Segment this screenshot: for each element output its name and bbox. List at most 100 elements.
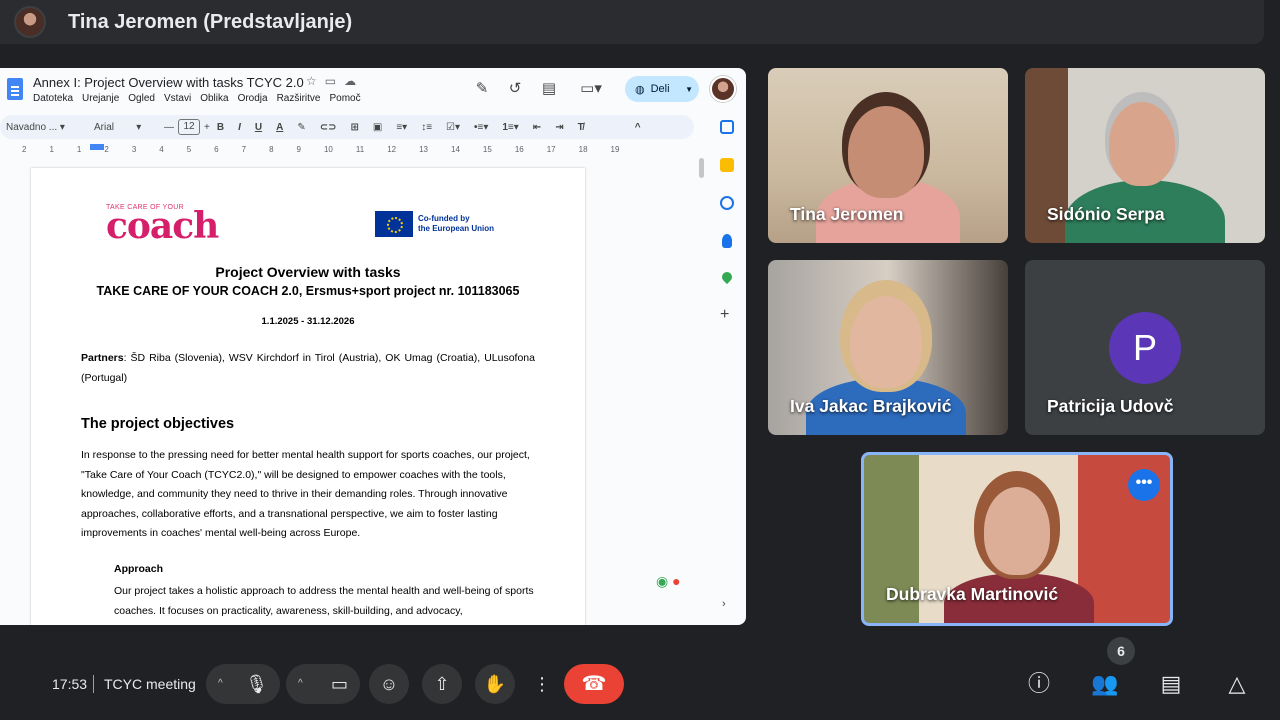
chevron-right-icon[interactable]: › — [722, 598, 726, 610]
info-icon[interactable]: ⓘ — [1019, 664, 1059, 704]
scrollbar[interactable] — [699, 158, 704, 178]
chevron-up-icon[interactable]: ^ — [298, 664, 303, 704]
meeting-name: TCYC meeting — [104, 676, 196, 692]
doc-title[interactable]: Annex I: Project Overview with tasks TCY… — [33, 75, 304, 90]
highlight-icon[interactable]: ✎ — [297, 122, 305, 133]
comments-icon[interactable]: ▤ — [537, 77, 561, 101]
cloud-saved-icon[interactable]: ☁ — [344, 74, 364, 88]
people-count-badge: 6 — [1107, 637, 1135, 665]
participant-tile[interactable]: Tina Jeromen — [768, 68, 1008, 243]
emoji-icon[interactable]: ☺ — [369, 664, 409, 704]
present-screen-icon[interactable]: ⇧ — [422, 664, 462, 704]
decrease-font-icon[interactable]: — — [164, 122, 174, 133]
underline-icon[interactable]: U — [255, 122, 262, 133]
keep-icon[interactable] — [720, 158, 734, 172]
doc-header: Annex I: Project Overview with tasks TCY… — [0, 68, 746, 112]
google-docs-icon[interactable] — [7, 78, 23, 100]
checklist-icon[interactable]: ☑▾ — [446, 122, 460, 133]
chat-icon[interactable]: ▤ — [1151, 664, 1191, 704]
maps-icon[interactable] — [719, 269, 735, 285]
increase-font-icon[interactable]: + — [204, 122, 210, 133]
add-addon-icon[interactable]: + — [720, 307, 734, 323]
participant-video — [984, 487, 1050, 575]
doc-partners: Partners: ŠD Riba (Slovenia), WSV Kirchd… — [81, 352, 535, 384]
avatar: P — [1109, 312, 1181, 384]
sticker-icon[interactable]: ● — [672, 573, 680, 589]
indent-marker[interactable] — [90, 144, 104, 150]
participant-video — [1109, 102, 1175, 186]
tcyc-logo: TAKE CARE OF YOUR coach — [106, 204, 219, 247]
line-spacing-icon[interactable]: ↕≡ — [421, 122, 432, 133]
menu-format[interactable]: Oblika — [200, 93, 228, 104]
camera-control: ^ ▭ — [286, 664, 360, 704]
eu-flag-icon — [375, 211, 413, 237]
clear-formatting-icon[interactable]: T̸ — [578, 122, 584, 133]
chevron-down-icon[interactable]: ▼ — [685, 85, 693, 94]
divider — [93, 675, 94, 693]
menu-help[interactable]: Pomoč — [329, 93, 360, 104]
meet-camera-icon[interactable]: ▭▾ — [574, 77, 608, 101]
side-panel-rail: + — [712, 118, 742, 418]
camera-icon[interactable]: ▭ — [331, 664, 348, 704]
ruler[interactable]: 2 1 1 2 3 4 5 6 7 8 9 10 11 12 13 14 15 16 17 18 19 — [0, 142, 700, 156]
share-button[interactable]: ◍ Deli ▼ — [625, 76, 699, 102]
menu-view[interactable]: Ogled — [128, 93, 155, 104]
participant-tile[interactable]: Sidónio Serpa — [1025, 68, 1265, 243]
participant-name: Sidónio Serpa — [1047, 204, 1165, 224]
numbered-list-icon[interactable]: 1≡▾ — [502, 122, 518, 133]
menu-tools[interactable]: Orodja — [238, 93, 268, 104]
shared-screen-document: Annex I: Project Overview with tasks TCY… — [0, 68, 746, 625]
calendar-icon[interactable] — [720, 120, 734, 134]
end-call-icon[interactable]: ☎ — [564, 664, 624, 704]
increase-indent-icon[interactable]: ⇥ — [555, 122, 563, 133]
self-view-tile[interactable]: ••• Dubravka Martinović — [861, 452, 1173, 626]
paragraph-style-select[interactable]: Navadno ... ▾ — [6, 122, 80, 133]
format-toolbar: Navadno ... ▾ Arial ▾ — 12 + B I U A ✎ ⊂… — [0, 115, 694, 139]
decrease-indent-icon[interactable]: ⇤ — [533, 122, 541, 133]
presenter-avatar — [14, 6, 46, 38]
account-avatar[interactable] — [710, 76, 736, 102]
objectives-heading: The project objectives — [81, 416, 235, 432]
meeting-controls-bar: 17:53 TCYC meeting ^ 🎙 ^ ▭ ☺ ⇧ ✋ ⋮ ☎ ⓘ 👥… — [0, 650, 1280, 720]
tasks-icon[interactable] — [720, 196, 734, 210]
history-icon[interactable]: ↺ — [503, 77, 527, 101]
presenter-bar: Tina Jeromen (Predstavljanje) — [0, 0, 1264, 44]
participant-video — [850, 296, 922, 388]
move-folder-icon[interactable]: ▭ — [325, 74, 344, 88]
chevron-up-icon[interactable]: ^ — [635, 122, 641, 133]
more-vert-icon[interactable]: ⋮ — [528, 664, 556, 704]
participant-tile[interactable]: Iva Jakac Brajković — [768, 260, 1008, 435]
text-color-icon[interactable]: A — [276, 122, 283, 133]
doc-page[interactable]: TAKE CARE OF YOUR coach Co-funded by the … — [31, 168, 585, 625]
share-label: Deli — [650, 83, 670, 95]
objectives-paragraph: In response to the pressing need for bet… — [81, 449, 530, 539]
meeting-time: 17:53 — [52, 676, 88, 692]
bold-icon[interactable]: B — [217, 122, 224, 133]
font-select[interactable]: Arial ▾ — [94, 122, 164, 133]
people-icon[interactable]: 👥 — [1085, 664, 1125, 704]
insert-image-icon[interactable]: ▣ — [373, 122, 382, 133]
gemini-icon[interactable]: ✎ — [470, 77, 494, 101]
font-size-input[interactable]: 12 — [178, 119, 200, 135]
italic-icon[interactable]: I — [238, 122, 241, 133]
approach-paragraph: Our project takes a holistic approach to… — [114, 585, 534, 617]
menu-insert[interactable]: Vstavi — [164, 93, 191, 104]
explore-icons: ◉ ● — [656, 573, 681, 590]
microphone-icon[interactable]: 🎙 — [245, 664, 268, 704]
participant-name: Dubravka Martinović — [886, 584, 1059, 604]
chevron-up-icon[interactable]: ^ — [218, 664, 223, 704]
star-icon[interactable]: ☆ — [306, 74, 325, 88]
menu-extensions[interactable]: Razširitve — [277, 93, 321, 104]
add-comment-icon[interactable]: ⊞ — [350, 122, 358, 133]
activities-icon[interactable]: △ — [1217, 664, 1257, 704]
bullet-list-icon[interactable]: •≡▾ — [474, 122, 488, 133]
link-icon[interactable]: ⊂⊃ — [320, 122, 337, 133]
explore-icon[interactable]: ◉ — [656, 573, 668, 589]
participant-tile[interactable]: P Patricija Udovč — [1025, 260, 1265, 435]
contacts-icon[interactable] — [722, 234, 732, 248]
more-options-icon[interactable]: ••• — [1128, 469, 1160, 501]
menu-file[interactable]: Datoteka — [33, 93, 73, 104]
raise-hand-icon[interactable]: ✋ — [475, 664, 515, 704]
menu-edit[interactable]: Urejanje — [82, 93, 119, 104]
align-icon[interactable]: ≡▾ — [396, 122, 407, 133]
